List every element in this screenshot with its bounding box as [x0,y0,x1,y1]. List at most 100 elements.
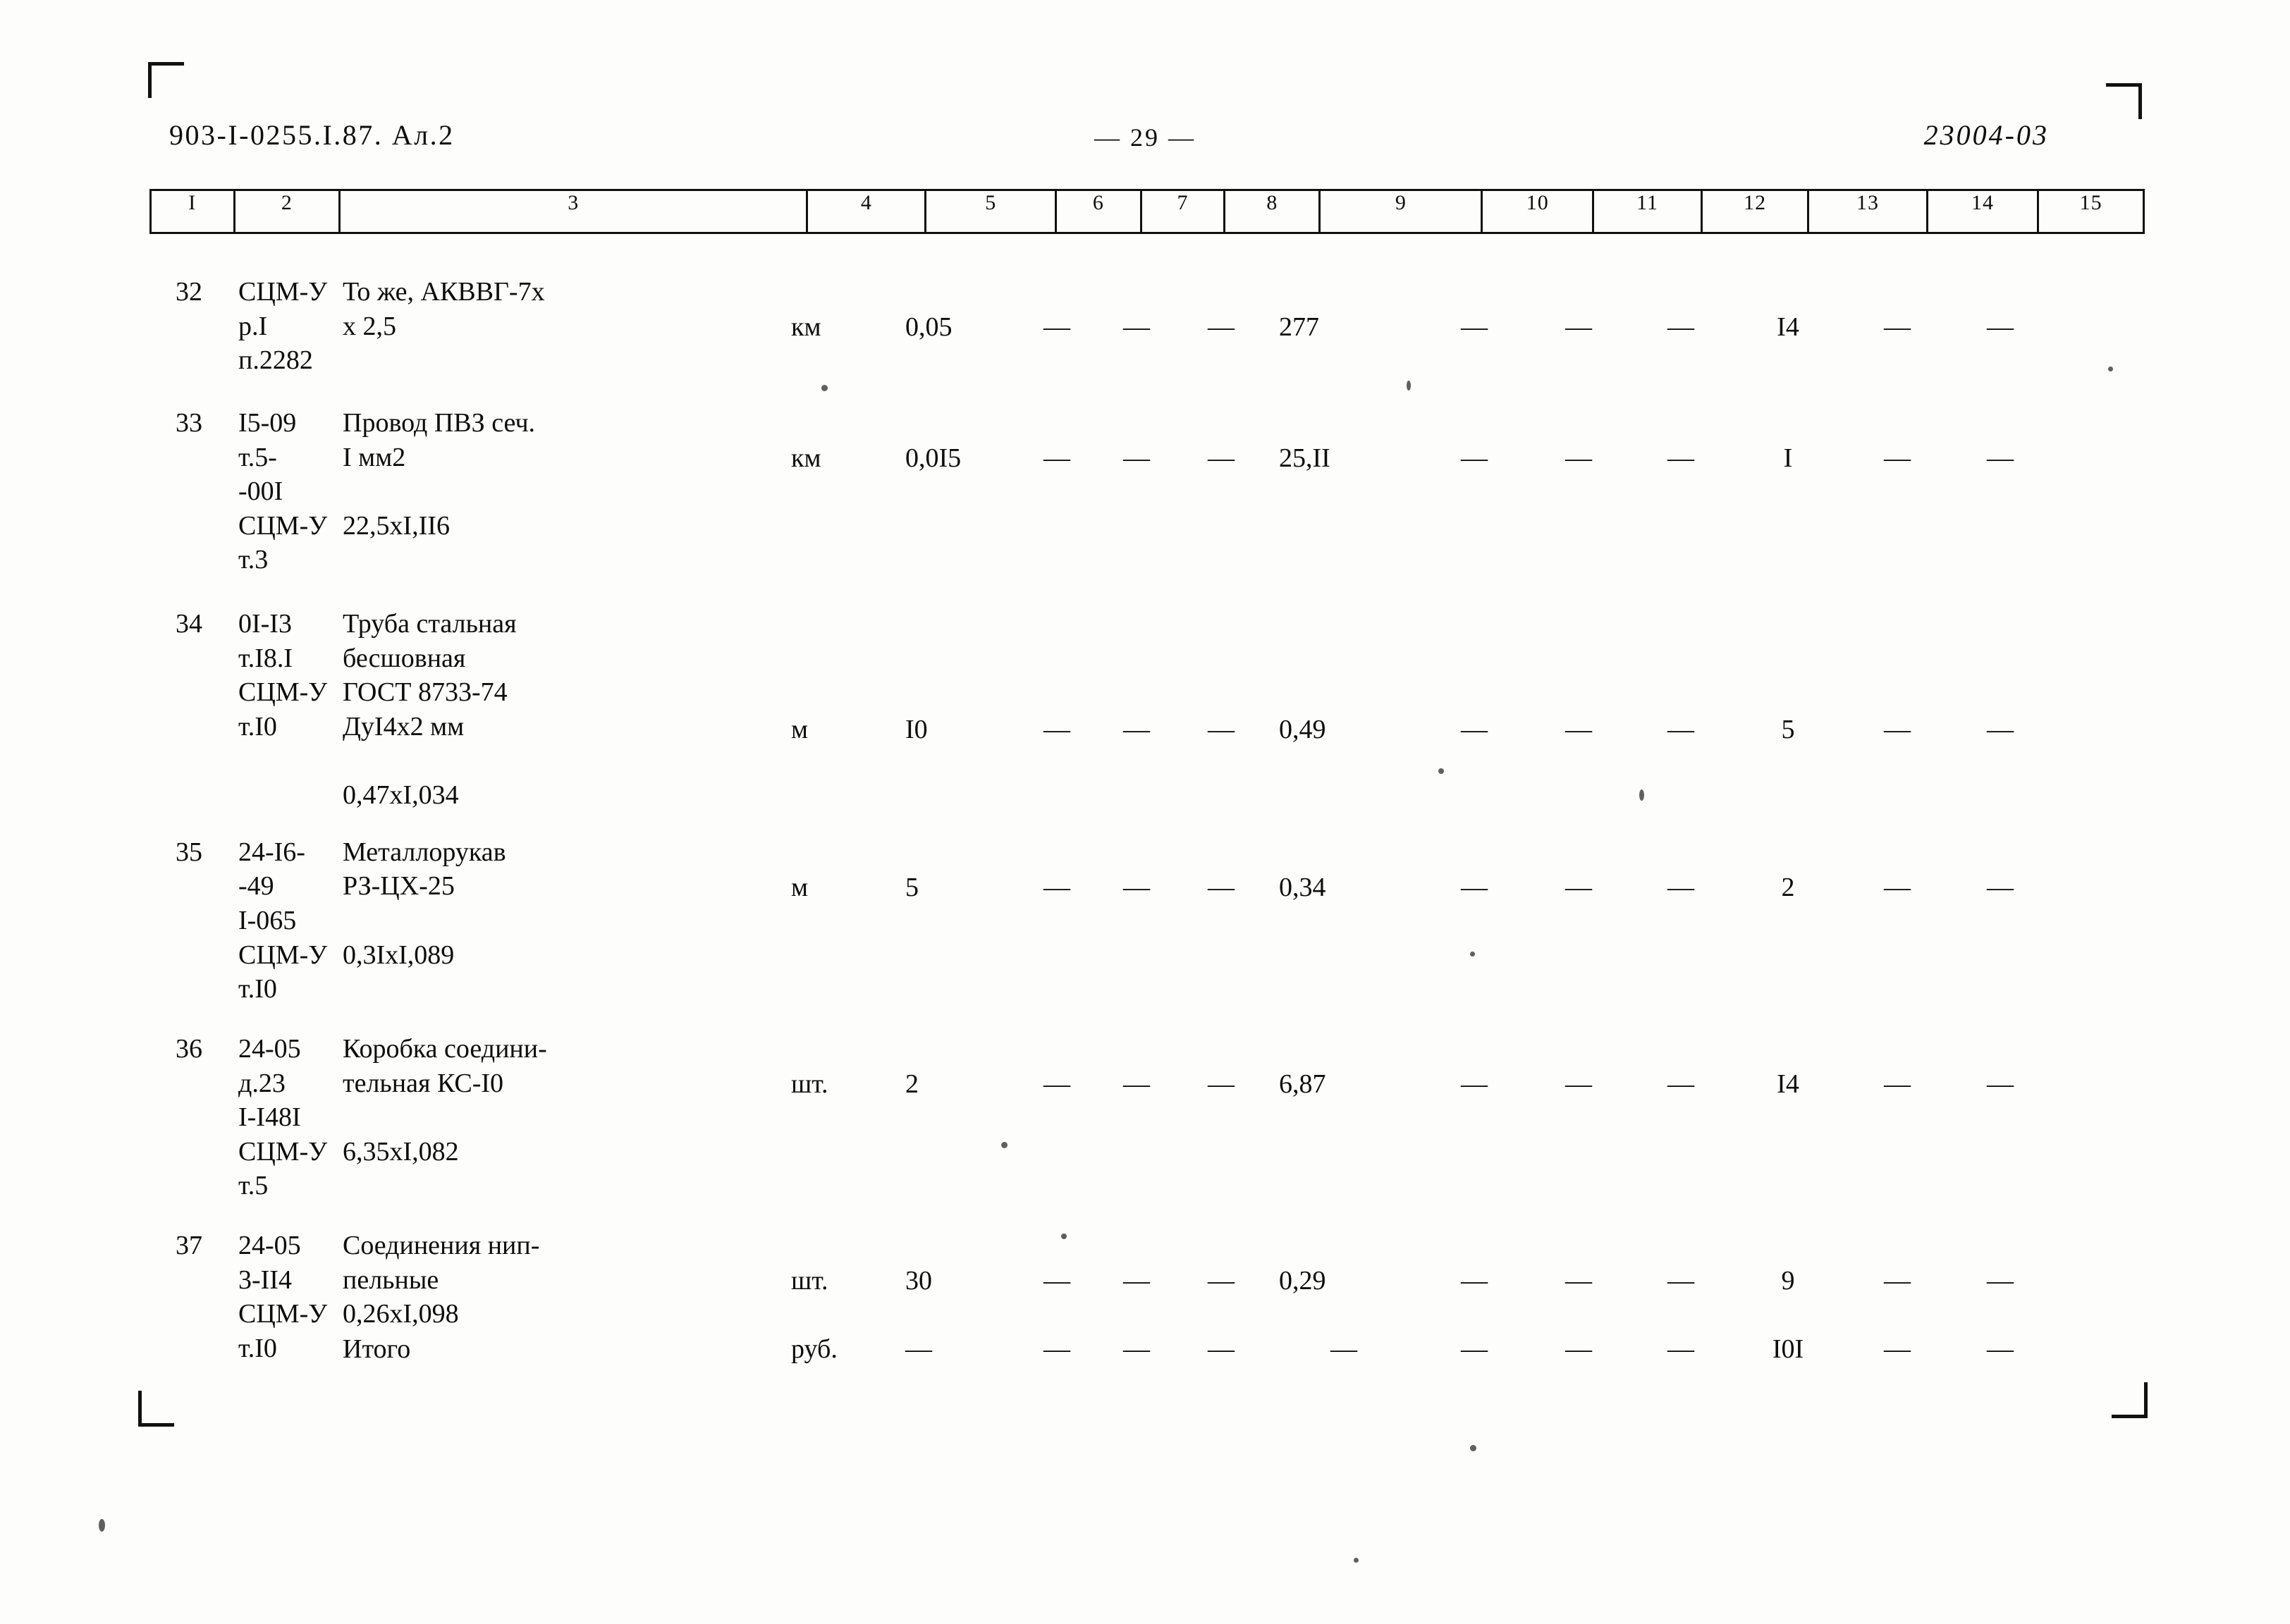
row-code: 24-05 д.23 I-I48I СЦМ-У т.5 [238,1033,328,1201]
row-value-8: — [1208,715,1235,744]
row-value-5: 0,0I5 [905,443,962,473]
row-value-8: — [1208,443,1235,473]
col-header-11: 11 [1592,189,1703,234]
row-value-11: — [1565,872,1592,902]
row-number: 36 [176,1033,202,1064]
row-value-7: — [1123,872,1150,902]
document-page: 903-I-0255.I.87. Ал.2 — 29 — 23004-03 I … [0,0,2290,1624]
total-value-15: — [1987,1334,2014,1364]
row-value-5: 0,05 [905,312,953,342]
row-value-15: — [1987,1266,2014,1296]
row-value-13: 2 [1781,872,1795,902]
row-value-6: — [1043,1266,1070,1296]
row-value-13: I4 [1777,312,1799,342]
table-row: I 2 3 4 5 6 7 8 9 10 11 12 13 14 15 [149,189,2145,234]
page-number: — 29 — [1094,123,1196,152]
row-value-9: 0,49 [1279,715,1326,744]
row-code: 0I-I3 т.I8.I СЦМ-У т.I0 [238,609,328,742]
row-value-12: — [1667,1069,1694,1099]
row-value-14: — [1884,872,1911,902]
row-code: I5-09 т.5- -00I СЦМ-У т.3 [238,407,328,575]
scan-speck [1001,1142,1008,1148]
row-value-10: — [1461,312,1488,342]
col-header-6: 6 [1055,189,1142,234]
row-description: Провод ПВЗ сеч. I мм2 22,5хI,II6 [343,407,536,541]
row-value-11: — [1565,1266,1592,1296]
crop-mark-bottom-right [2112,1382,2148,1418]
row-value-7: — [1123,715,1150,744]
col-header-7: 7 [1139,189,1226,234]
row-value-13: I [1783,443,1793,473]
table-row-total: Итого руб. — — — — — — — — I0I — — [149,1332,2145,1367]
total-value-7: — [1123,1334,1150,1364]
col-header-4: 4 [806,189,927,234]
row-value-10: — [1461,443,1488,473]
page-header: 903-I-0255.I.87. Ал.2 — 29 — 23004-03 [0,118,2290,161]
row-value-15: — [1987,715,2014,744]
col-header-13: 13 [1807,189,1928,234]
scan-speck [1061,1234,1067,1239]
row-value-12: — [1667,1266,1694,1296]
row-value-15: — [1987,1069,2014,1099]
row-value-8: — [1208,1266,1235,1296]
total-value-9: — [1330,1334,1357,1364]
row-value-12: — [1667,715,1694,744]
row-value-9: 0,34 [1279,872,1326,902]
total-value-10: — [1461,1334,1488,1364]
row-value-8: — [1208,872,1235,902]
row-unit: шт. [791,1069,828,1099]
row-value-7: — [1123,1266,1150,1296]
row-value-13: 9 [1781,1266,1795,1296]
row-description: Коробка соедини- тельная КС-I0 6,35хI,08… [343,1033,547,1167]
total-value-11: — [1565,1334,1592,1364]
crop-mark-top-right [2106,83,2142,119]
row-value-11: — [1565,715,1592,744]
row-unit: км [791,443,821,473]
table-row: 32 СЦМ-У р.I п.2282 То же, АКВВГ-7х х 2,… [149,275,2145,378]
row-value-15: — [1987,443,2014,473]
row-value-9: 0,29 [1279,1266,1326,1296]
total-value-5: — [905,1334,932,1364]
scan-speck [1407,381,1411,390]
col-header-8: 8 [1223,189,1321,234]
row-unit: км [791,312,821,342]
col-header-1: I [149,189,235,234]
row-unit: м [791,715,809,744]
row-value-6: — [1043,443,1070,473]
col-header-9: 9 [1318,189,1483,234]
row-number: 32 [176,277,202,307]
scan-speck [1470,952,1475,956]
col-header-2: 2 [233,189,341,234]
row-value-7: — [1123,312,1150,342]
row-unit: шт. [791,1266,828,1296]
row-value-9: 6,87 [1279,1069,1326,1099]
row-value-11: — [1565,1069,1592,1099]
row-description: То же, АКВВГ-7х х 2,5 [343,277,545,341]
scan-speck [2108,367,2113,371]
row-unit: м [791,872,809,902]
table-row: 34 0I-I3 т.I8.I СЦМ-У т.I0 Труба стальна… [149,607,2145,813]
total-value-8: — [1208,1334,1235,1364]
row-value-6: — [1043,715,1070,744]
row-description: Труба стальная бесшовная ГОСТ 8733-74 Ду… [343,609,517,811]
table-row: 36 24-05 д.23 I-I48I СЦМ-У т.5 Коробка с… [149,1032,2145,1203]
row-value-7: — [1123,1069,1150,1099]
row-value-8: — [1208,1069,1235,1099]
row-value-10: — [1461,1069,1488,1099]
scan-speck [1639,789,1644,801]
row-number: 37 [176,1231,202,1260]
row-value-8: — [1208,312,1235,342]
col-header-14: 14 [1925,189,2040,234]
row-code: 24-I6- -49 I-065 СЦМ-У т.I0 [238,837,328,1004]
total-value-13: I0I [1772,1334,1804,1364]
total-label: Итого [343,1334,411,1364]
row-value-6: — [1043,1069,1070,1099]
crop-mark-bottom-left [138,1391,174,1427]
total-unit: руб. [791,1334,838,1364]
table-body: 32 СЦМ-У р.I п.2282 То же, АКВВГ-7х х 2,… [149,275,2145,1366]
scan-speck [1470,1445,1476,1451]
row-value-11: — [1565,312,1592,342]
col-header-15: 15 [2037,189,2145,234]
row-number: 33 [176,407,202,438]
column-number-strip: I 2 3 4 5 6 7 8 9 10 11 12 13 14 15 [149,189,2145,234]
